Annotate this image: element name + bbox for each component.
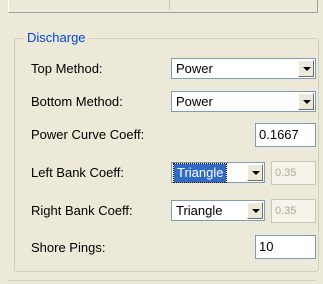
bottom-method-value: Power: [176, 94, 213, 109]
right-bank-coeff-value: Triangle: [176, 203, 223, 218]
discharge-group-title: Discharge: [24, 30, 89, 46]
upper-panel-divider: [169, 0, 300, 10]
top-method-select[interactable]: Power: [171, 58, 316, 79]
left-bank-coeff-input: 0.35: [271, 161, 316, 185]
chevron-down-icon[interactable]: [247, 164, 263, 181]
right-bank-coeff-number: 0.35: [275, 205, 297, 217]
upper-panel: [8, 0, 318, 13]
top-method-label: Top Method:: [31, 61, 103, 76]
bottom-divider: [8, 280, 316, 281]
top-method-value: Power: [176, 61, 213, 76]
left-bank-coeff-select[interactable]: Triangle: [171, 162, 265, 183]
left-bank-coeff-number: 0.35: [275, 167, 297, 179]
shore-pings-label: Shore Pings:: [31, 240, 106, 255]
power-curve-coeff-value: 0.1667: [259, 127, 299, 142]
power-curve-coeff-input[interactable]: 0.1667: [255, 123, 316, 147]
chevron-down-icon[interactable]: [298, 93, 314, 110]
chevron-down-icon[interactable]: [247, 202, 263, 219]
chevron-down-icon[interactable]: [298, 60, 314, 77]
shore-pings-value: 10: [259, 239, 274, 254]
bottom-method-select[interactable]: Power: [171, 91, 316, 112]
bottom-method-label: Bottom Method:: [31, 94, 123, 109]
left-bank-coeff-label: Left Bank Coeff:: [31, 165, 124, 180]
right-bank-coeff-label: Right Bank Coeff:: [31, 203, 133, 218]
upper-panel-edge: [0, 0, 323, 20]
right-bank-coeff-select[interactable]: Triangle: [171, 200, 265, 221]
left-bank-coeff-value: Triangle: [172, 163, 228, 183]
right-bank-coeff-input: 0.35: [271, 199, 316, 223]
power-curve-coeff-label: Power Curve Coeff:: [31, 127, 145, 142]
shore-pings-input[interactable]: 10: [255, 235, 316, 259]
